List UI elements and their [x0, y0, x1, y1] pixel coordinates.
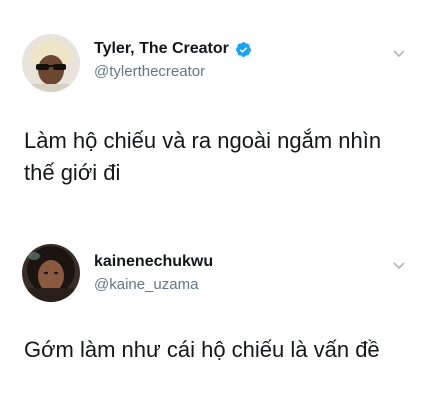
verified-badge-icon	[235, 41, 251, 57]
chevron-down-icon[interactable]	[392, 260, 406, 270]
tweet-card[interactable]: Tyler, The Creator @tylerthecreator Làm …	[0, 0, 424, 220]
author-row: kainenechukwu	[94, 253, 213, 271]
avatar-photo-icon	[22, 244, 80, 302]
display-name[interactable]: Tyler, The Creator	[94, 40, 229, 58]
display-name[interactable]: kainenechukwu	[94, 253, 213, 271]
avatar[interactable]	[22, 34, 80, 92]
tweet-text: Gớm làm như cái hộ chiếu là vấn đề	[24, 337, 380, 362]
tweet-card[interactable]: kainenechukwu @kaine_uzama Gớm làm như c…	[0, 228, 424, 403]
user-handle[interactable]: @tylerthecreator	[94, 63, 205, 80]
user-handle[interactable]: @kaine_uzama	[94, 276, 198, 293]
author-row: Tyler, The Creator	[94, 40, 252, 58]
tweet-text: Làm hộ chiếu và ra ngoài ngắm nhìn thế g…	[24, 128, 382, 185]
chevron-down-icon[interactable]	[392, 48, 406, 58]
avatar[interactable]	[22, 244, 80, 302]
avatar-photo-icon	[22, 34, 80, 92]
